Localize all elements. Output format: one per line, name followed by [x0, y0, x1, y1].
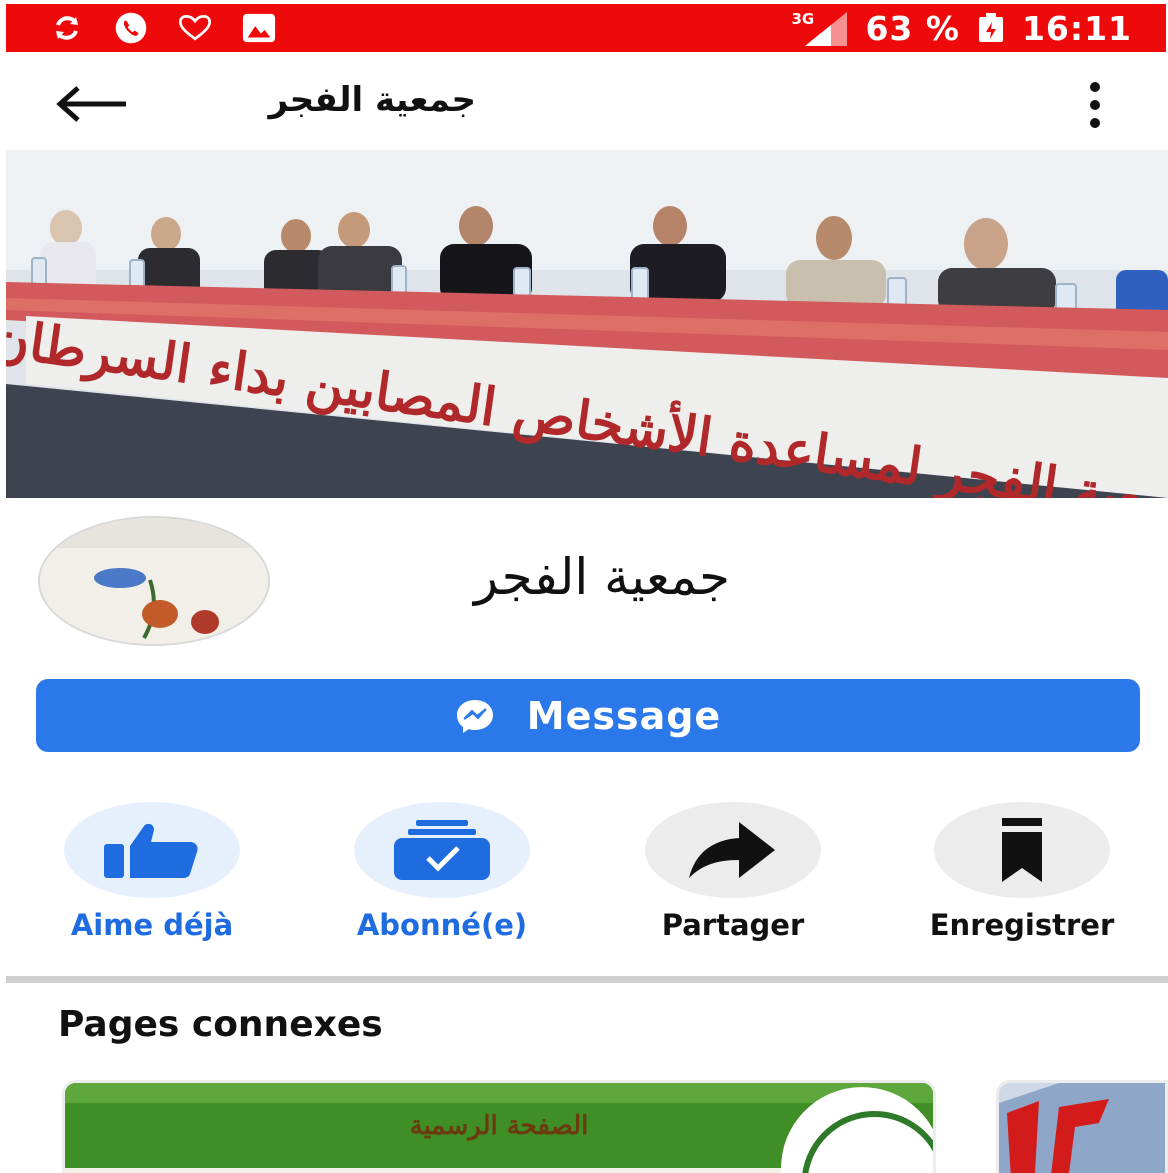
related-pages-title: Pages connexes — [58, 1004, 383, 1045]
subscribed-icon — [394, 820, 490, 880]
status-bar-right: 3G 63 % 16:11 — [777, 8, 1132, 48]
follow-circle — [354, 802, 530, 898]
bookmark-icon — [1002, 818, 1042, 882]
like-action[interactable]: Aime déjà — [22, 802, 282, 952]
like-circle — [64, 802, 240, 898]
follow-action[interactable]: Abonné(e) — [312, 802, 572, 952]
related-page-image — [999, 1083, 1165, 1173]
back-button[interactable] — [54, 78, 130, 130]
share-icon — [689, 822, 775, 878]
more-dot — [1090, 118, 1100, 128]
message-button[interactable]: Message — [36, 679, 1140, 752]
related-page-card[interactable] — [996, 1080, 1168, 1173]
app-bar: جمعية الفجر — [0, 60, 1168, 148]
message-button-label: Message — [526, 693, 722, 738]
share-action[interactable]: Partager — [603, 802, 863, 952]
related-page-card[interactable]: الصفحة الرسمية — [62, 1080, 936, 1173]
gallery-icon — [242, 11, 276, 45]
follow-label: Abonné(e) — [356, 908, 528, 942]
signal-icon: 3G — [791, 8, 851, 48]
status-bar: 3G 63 % 16:11 — [6, 4, 1166, 52]
save-action[interactable]: Enregistrer — [892, 802, 1152, 952]
page-title: جمعية الفجر — [268, 80, 476, 120]
status-bar-left — [50, 11, 306, 45]
more-vertical-icon — [1090, 82, 1100, 92]
messenger-icon — [455, 698, 495, 734]
avatar[interactable] — [38, 516, 270, 646]
more-options-button[interactable] — [1078, 82, 1112, 128]
cover-photo[interactable]: جمعية الفجر لمساعدة الأشخاص المصابين بدا… — [6, 150, 1168, 498]
phone-icon — [114, 11, 148, 45]
sync-icon — [50, 11, 84, 45]
share-label: Partager — [661, 908, 805, 942]
clock: 16:11 — [1021, 8, 1132, 48]
battery-percent: 63 % — [865, 8, 960, 48]
battery-icon — [974, 11, 1008, 45]
arrow-left-icon — [56, 86, 126, 122]
thumbs-up-icon — [104, 823, 198, 878]
related-page-text: الصفحة الرسمية — [409, 1111, 589, 1141]
share-circle — [645, 802, 821, 898]
save-circle — [934, 802, 1110, 898]
like-label: Aime déjà — [70, 908, 234, 942]
more-dot — [1090, 100, 1100, 110]
save-label: Enregistrer — [929, 908, 1115, 942]
heart-icon — [178, 11, 212, 45]
page-name: جمعية الفجر — [473, 548, 730, 606]
section-divider — [6, 976, 1168, 983]
cover-image: جمعية الفجر لمساعدة الأشخاص المصابين بدا… — [6, 150, 1168, 498]
